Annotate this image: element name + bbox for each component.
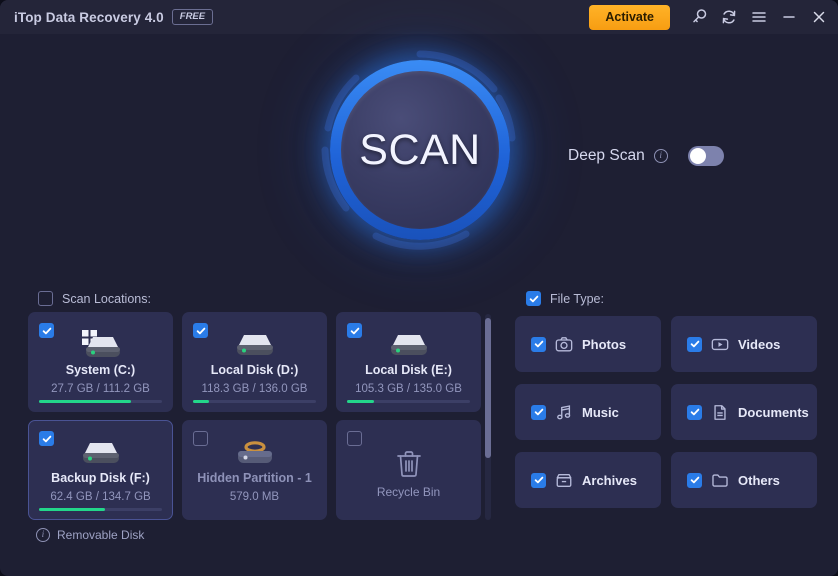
disk-size: 579.0 MB [183,491,326,503]
file-type-card[interactable]: Photos [515,316,661,372]
disk-usage-bar [347,400,470,403]
disk-name: Local Disk (D:) [183,363,326,377]
file-type-card-label: Others [738,473,780,488]
removable-disk-label: Removable Disk [57,528,144,542]
hard-drive-icon [183,327,326,363]
scan-locations-panel: System (C:) 27.7 GB / 111.2 GB Local Disk … [28,312,496,520]
file-type-grid: Photos Videos Music Documents Archives Others [515,316,817,508]
disk-card[interactable]: System (C:) 27.7 GB / 111.2 GB [28,312,173,412]
scan-locations-scrollbar[interactable] [485,314,491,520]
file-type-checkbox[interactable] [531,405,546,420]
disk-usage-bar [39,400,162,403]
file-type-card-label: Music [582,405,619,420]
disk-name: Local Disk (E:) [337,363,480,377]
disk-size: 27.7 GB / 111.2 GB [29,383,172,395]
disk-card[interactable]: Hidden Partition - 1 579.0 MB [182,420,327,520]
hamburger-menu-icon[interactable] [744,0,774,34]
file-type-card-label: Videos [738,337,780,352]
scan-locations-header: Scan Locations: [38,291,151,306]
disk-card[interactable]: Backup Disk (F:) 62.4 GB / 134.7 GB [28,420,173,520]
disk-checkbox[interactable] [347,431,362,446]
scan-button-wrapper: SCAN [330,60,510,240]
disk-size: 62.4 GB / 134.7 GB [29,491,172,503]
windows-drive-icon [29,327,172,363]
app-window: iTop Data Recovery 4.0 FREE Activate [0,0,838,576]
file-type-card[interactable]: Archives [515,452,661,508]
scan-area: SCAN Deep Scan i [0,34,838,282]
removable-disk-row[interactable]: i Removable Disk [36,528,144,542]
close-icon[interactable] [804,0,834,34]
edition-badge: FREE [172,9,213,26]
file-type-card[interactable]: Documents [671,384,817,440]
deep-scan-info-icon[interactable]: i [654,149,668,163]
disk-card[interactable]: Local Disk (D:) 118.3 GB / 136.0 GB [182,312,327,412]
video-icon [711,335,729,353]
recycle-bin-icon [337,447,480,481]
minimize-icon[interactable] [774,0,804,34]
disk-name: Recycle Bin [337,485,480,499]
scrollbar-thumb[interactable] [485,318,491,458]
deep-scan-control: Deep Scan i [568,146,724,166]
file-type-checkbox[interactable] [687,473,702,488]
disk-usage-fill [193,400,209,403]
key-icon[interactable] [684,0,714,34]
disk-name: System (C:) [29,363,172,377]
disk-size: 118.3 GB / 136.0 GB [183,383,326,395]
disk-usage-fill [39,508,105,511]
app-title: iTop Data Recovery 4.0 [14,10,164,25]
title-bar: iTop Data Recovery 4.0 FREE Activate [0,0,838,34]
file-type-card-label: Photos [582,337,626,352]
camera-icon [555,335,573,353]
refresh-icon[interactable] [714,0,744,34]
hidden-partition-icon [183,435,326,471]
scan-locations-grid: System (C:) 27.7 GB / 111.2 GB Local Disk … [28,312,496,520]
disk-name: Hidden Partition - 1 [183,471,326,485]
disk-usage-bar [39,508,162,511]
deep-scan-toggle-knob [690,148,706,164]
deep-scan-toggle[interactable] [688,146,724,166]
disk-name: Backup Disk (F:) [29,471,172,485]
disk-usage-fill [347,400,374,403]
file-type-label: File Type: [550,292,604,306]
hard-drive-icon [337,327,480,363]
removable-disk-info-icon: i [36,528,50,542]
disk-usage-fill [39,400,131,403]
title-bar-controls: Activate [589,0,838,34]
disk-usage-bar [193,400,316,403]
activate-button[interactable]: Activate [589,5,670,30]
disk-card[interactable]: Local Disk (E:) 105.3 GB / 135.0 GB [336,312,481,412]
hard-drive-icon [29,435,172,471]
file-type-checkbox[interactable] [687,405,702,420]
file-type-select-all-checkbox[interactable] [526,291,541,306]
scan-locations-select-all-checkbox[interactable] [38,291,53,306]
file-type-checkbox[interactable] [687,337,702,352]
scan-button-label: SCAN [359,126,480,175]
disk-card[interactable]: Recycle Bin [336,420,481,520]
file-type-card[interactable]: Others [671,452,817,508]
file-type-checkbox[interactable] [531,473,546,488]
file-type-card[interactable]: Music [515,384,661,440]
deep-scan-label: Deep Scan [568,147,645,165]
file-type-card-label: Archives [582,473,637,488]
scan-button[interactable]: SCAN [341,71,499,229]
file-type-card[interactable]: Videos [671,316,817,372]
archive-icon [555,471,573,489]
file-type-header: File Type: [526,291,604,306]
music-note-icon [555,403,573,421]
file-type-card-label: Documents [738,405,809,420]
document-icon [711,403,729,421]
scan-locations-label: Scan Locations: [62,292,151,306]
file-type-checkbox[interactable] [531,337,546,352]
folder-icon [711,471,729,489]
disk-size: 105.3 GB / 135.0 GB [337,383,480,395]
